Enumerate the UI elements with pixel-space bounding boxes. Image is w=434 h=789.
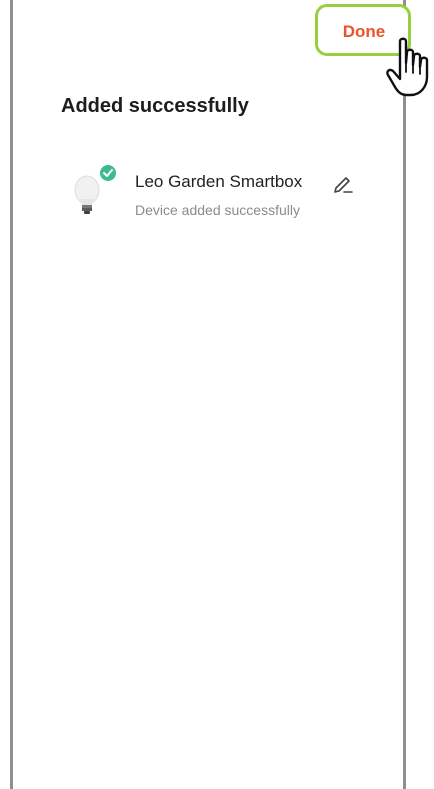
device-list-item: Leo Garden Smartbox Device added success… (66, 160, 366, 228)
check-badge-icon (98, 163, 118, 183)
pencil-icon[interactable] (332, 172, 354, 194)
device-status: Device added successfully (135, 202, 300, 218)
phone-frame (10, 0, 406, 789)
hand-pointer-icon (386, 37, 429, 97)
page-title: Added successfully (61, 95, 249, 117)
light-bulb-icon (74, 163, 118, 214)
device-name: Leo Garden Smartbox (135, 172, 303, 191)
app-screen: Done Added successfully Leo Garden Smart… (0, 0, 434, 789)
